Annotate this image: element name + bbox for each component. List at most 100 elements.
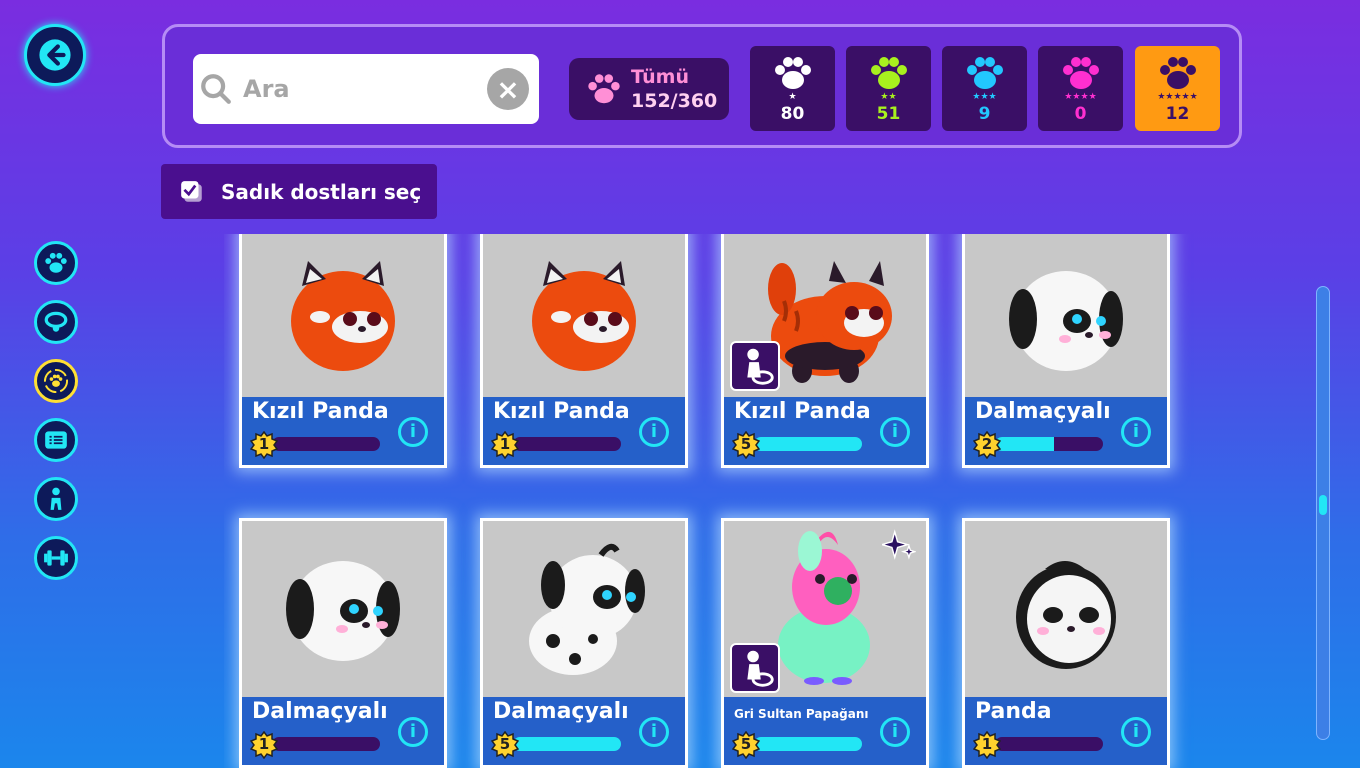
pet-card-footer: Gri Sultan Papağanı 5 i [724, 697, 926, 765]
search-placeholder: Ara [243, 75, 290, 103]
pet-card-footer: Panda 1 i [965, 697, 1167, 765]
search-input[interactable]: Ara × [193, 54, 539, 124]
pet-card[interactable]: Panda 1 i [962, 518, 1170, 768]
trainer-badge [730, 341, 780, 391]
paw-icon [774, 57, 811, 89]
red-panda-image [532, 261, 636, 371]
close-circle-icon[interactable]: × [487, 68, 529, 110]
sidebar-collar-button[interactable] [34, 300, 78, 344]
sidebar-pets-button[interactable] [34, 241, 78, 285]
info-icon[interactable]: i [639, 717, 669, 747]
info-icon[interactable]: i [1121, 417, 1151, 447]
pet-card-footer: Kızıl Panda 1 i [483, 397, 685, 465]
pet-card-footer: Kızıl Panda 1 i [242, 397, 444, 465]
filter-all-button[interactable]: Tümü 152/360 [569, 58, 729, 120]
rarity-stars: ★★★★ [1064, 92, 1097, 102]
pet-level-badge: 1 [249, 430, 279, 460]
rarity-filter-5-star[interactable]: ★★★★★ 12 [1135, 46, 1220, 131]
rarity-stars: ★★ [880, 92, 897, 102]
pet-card[interactable]: Dalmaçyalı 2 i [962, 234, 1170, 468]
pet-level-badge: 1 [972, 730, 1002, 760]
sidebar-list-button[interactable] [34, 418, 78, 462]
pet-card-footer: Kızıl Panda 5 i [724, 397, 926, 465]
select-loyal-pets-button[interactable]: Sadık dostları seç [161, 164, 437, 219]
pet-level: 5 [499, 735, 511, 753]
pet-level: 5 [740, 435, 752, 453]
info-icon[interactable]: i [398, 717, 428, 747]
pet-xp-bar [995, 737, 1103, 751]
trainer-icon [747, 650, 774, 687]
sidebar-trainer-button[interactable] [34, 477, 78, 521]
pet-card[interactable]: Kızıl Panda 5 i [721, 234, 929, 468]
pet-art [965, 521, 1167, 699]
pet-level-badge: 5 [731, 730, 761, 760]
rarity-filter-2-star[interactable]: ★★ 51 [846, 46, 931, 131]
pet-level-badge: 1 [490, 430, 520, 460]
rarity-count: 0 [1074, 104, 1087, 124]
rarity-filter-3-star[interactable]: ★★★ 9 [942, 46, 1027, 131]
info-icon[interactable]: i [880, 717, 910, 747]
info-icon[interactable]: i [880, 417, 910, 447]
collar-icon [44, 311, 68, 332]
pet-level-badge: 1 [249, 730, 279, 760]
sidebar-training-button[interactable] [34, 536, 78, 580]
pet-level: 1 [258, 435, 270, 453]
pet-xp-bar [513, 737, 621, 751]
pet-level: 5 [740, 735, 752, 753]
pet-name: Kızıl Panda [252, 399, 389, 424]
panda-image [1016, 561, 1116, 669]
info-icon[interactable]: i [639, 417, 669, 447]
filter-all-label: Tümü [631, 66, 690, 88]
pet-level: 2 [981, 435, 993, 453]
rarity-stars: ★ [788, 92, 797, 102]
trainer-icon [50, 487, 62, 510]
pet-art [242, 521, 444, 699]
dalmatian-image [1009, 271, 1123, 371]
rarity-count: 9 [978, 104, 991, 124]
filter-all-count: 152/360 [631, 90, 718, 112]
pet-level: 1 [258, 735, 270, 753]
rarity-stars: ★★★★★ [1157, 92, 1198, 102]
pet-card[interactable]: Dalmaçyalı 1 i [239, 518, 447, 768]
pet-card-footer: Dalmaçyalı 5 i [483, 697, 685, 765]
back-button[interactable] [24, 24, 86, 86]
rarity-stars: ★★★ [972, 92, 997, 102]
filter-bar: Ara × Tümü 152/360 ★ 80 ★★ 51 ★★★ 9 ★★★★… [162, 24, 1242, 148]
pet-xp-bar [754, 437, 862, 451]
pet-card[interactable]: Kızıl Panda 1 i [239, 234, 447, 468]
pet-card-footer: Dalmaçyalı 2 i [965, 397, 1167, 465]
rarity-filter-1-star[interactable]: ★ 80 [750, 46, 835, 131]
pet-card[interactable]: Dalmaçyalı 5 i [480, 518, 688, 768]
pet-xp-bar [754, 737, 862, 751]
pet-name: Gri Sultan Papağanı [734, 707, 869, 721]
paw-icon [1062, 57, 1099, 89]
pet-art [242, 234, 444, 397]
info-icon[interactable]: i [398, 417, 428, 447]
info-icon[interactable]: i [1121, 717, 1151, 747]
pet-level-badge: 2 [972, 430, 1002, 460]
dalmatian-image [529, 543, 645, 675]
pet-card[interactable]: Kızıl Panda 1 i [480, 234, 688, 468]
pet-art [965, 234, 1167, 397]
trainer-icon [747, 348, 774, 385]
sidebar-paw-cycle-button[interactable] [34, 359, 78, 403]
pet-grid-scrollbar[interactable] [1316, 286, 1330, 740]
rarity-count: 12 [1165, 104, 1190, 124]
magnifier-icon [201, 74, 231, 104]
pet-name: Kızıl Panda [734, 399, 871, 424]
pet-art [483, 521, 685, 699]
checkbox-stack-icon [181, 180, 202, 202]
dalmatian-image [286, 561, 400, 661]
select-loyal-pets-label: Sadık dostları seç [221, 179, 422, 204]
red-panda-image [291, 261, 395, 371]
paw-icon [588, 74, 620, 104]
paw-icon [966, 57, 1003, 89]
pet-xp-bar [272, 737, 380, 751]
pet-grid: Kızıl Panda 1 i Kızıl Panda 1 i Kızıl Pa… [224, 234, 1194, 768]
pet-level: 1 [981, 735, 993, 753]
scrollbar-thumb[interactable] [1319, 495, 1327, 515]
rarity-filter-4-star[interactable]: ★★★★ 0 [1038, 46, 1123, 131]
pet-card[interactable]: Gri Sultan Papağanı 5 i [721, 518, 929, 768]
sparkle-icon [882, 529, 916, 560]
trainer-badge [730, 643, 780, 693]
